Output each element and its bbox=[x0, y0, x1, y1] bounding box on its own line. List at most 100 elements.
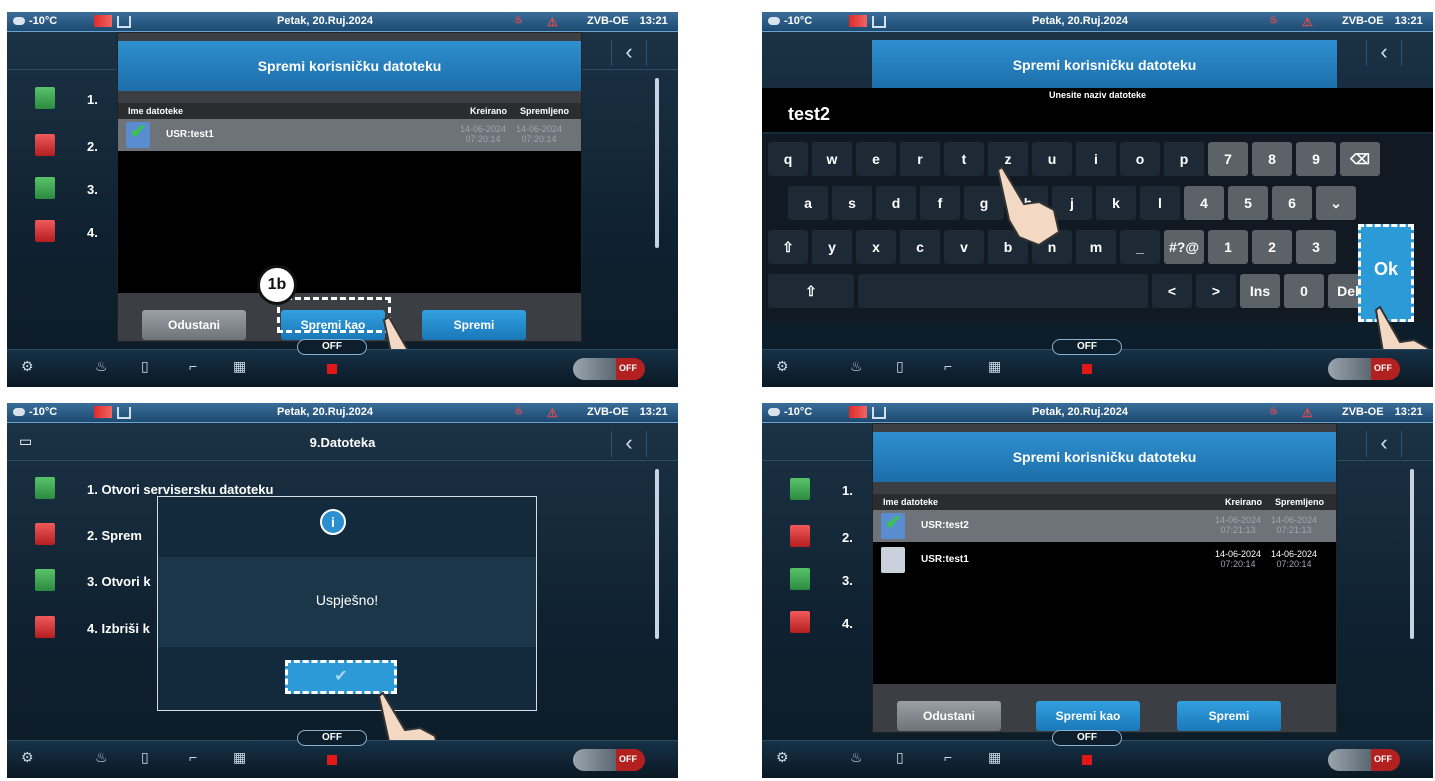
back-button[interactable]: ‹ bbox=[1366, 431, 1402, 457]
key[interactable]: > bbox=[1196, 274, 1236, 308]
key[interactable]: q bbox=[768, 142, 808, 176]
menu-item-label: 3. Otvori k bbox=[87, 574, 151, 589]
key[interactable]: 0 bbox=[1284, 274, 1324, 308]
key[interactable]: x bbox=[856, 230, 896, 264]
cancel-button[interactable]: Odustani bbox=[897, 701, 1001, 731]
file-row[interactable]: ✔ USR:test1 14-06-2024 07:20:14 14-06-202… bbox=[118, 119, 581, 151]
cancel-button[interactable]: Odustani bbox=[142, 310, 246, 340]
key[interactable]: i bbox=[1076, 142, 1116, 176]
screen-save-dialog: -10°C Petak, 20.Ruj.2024 ♨ ⚠ ZVB-OE 13:2… bbox=[7, 12, 678, 387]
key[interactable]: 2 bbox=[1252, 230, 1292, 264]
key[interactable]: w bbox=[812, 142, 852, 176]
filename-input[interactable]: test2 bbox=[788, 104, 830, 125]
key[interactable]: m bbox=[1076, 230, 1116, 264]
key[interactable]: < bbox=[1152, 274, 1192, 308]
back-button[interactable]: ‹ bbox=[611, 40, 647, 66]
key[interactable]: e bbox=[856, 142, 896, 176]
back-button[interactable]: ‹ bbox=[1366, 40, 1402, 66]
key[interactable]: #?@ bbox=[1164, 230, 1204, 264]
boiler-icon[interactable]: ▯ bbox=[896, 358, 904, 375]
input-area[interactable]: Unesite naziv datoteke test2 bbox=[762, 88, 1433, 132]
key[interactable]: f bbox=[920, 186, 960, 220]
pump-icon: ⚠ bbox=[1302, 406, 1313, 420]
scrollbar[interactable] bbox=[1410, 469, 1414, 639]
boiler-icon[interactable]: ▯ bbox=[141, 749, 149, 766]
radiator-icon[interactable]: ▦ bbox=[988, 358, 1001, 375]
file-list: Ime datoteke Kreirano Spremljeno ✔ USR:t… bbox=[118, 103, 581, 293]
key[interactable]: y bbox=[812, 230, 852, 264]
scrollbar[interactable] bbox=[655, 78, 659, 248]
key[interactable]: ⇧ bbox=[768, 274, 854, 308]
outdoor-temp: -10°C bbox=[29, 406, 58, 418]
pump-icon: ⚠ bbox=[1302, 15, 1313, 29]
mode-icon[interactable]: ⚙ bbox=[776, 358, 789, 375]
weather-icon bbox=[768, 408, 780, 416]
key[interactable]: k bbox=[1096, 186, 1136, 220]
file-open-icon bbox=[35, 177, 55, 199]
tap-icon[interactable]: ⌐ bbox=[944, 358, 952, 374]
file-open-icon bbox=[790, 568, 810, 590]
key[interactable]: 5 bbox=[1228, 186, 1268, 220]
mode-icon[interactable]: ⚙ bbox=[21, 358, 34, 375]
key[interactable] bbox=[858, 274, 1148, 308]
key[interactable]: v bbox=[944, 230, 984, 264]
menu-item-label: 3. bbox=[842, 573, 853, 588]
key[interactable]: 8 bbox=[1252, 142, 1292, 176]
checkmark-icon: ✔ bbox=[885, 512, 902, 534]
key[interactable]: r bbox=[900, 142, 940, 176]
key[interactable]: l bbox=[1140, 186, 1180, 220]
off-pill[interactable]: OFF bbox=[297, 730, 367, 746]
key[interactable]: 4 bbox=[1184, 186, 1224, 220]
radiator-icon[interactable]: ▦ bbox=[233, 749, 246, 766]
highlight-saveas bbox=[277, 297, 391, 333]
key[interactable]: c bbox=[900, 230, 940, 264]
key[interactable]: t bbox=[944, 142, 984, 176]
flame-icon[interactable]: ♨ bbox=[95, 358, 108, 375]
key[interactable]: ⌄ bbox=[1316, 186, 1356, 220]
key[interactable]: 6 bbox=[1272, 186, 1312, 220]
key[interactable]: _ bbox=[1120, 230, 1160, 264]
tap-icon[interactable]: ⌐ bbox=[944, 749, 952, 765]
tap-icon[interactable]: ⌐ bbox=[189, 749, 197, 765]
key[interactable]: ⌫ bbox=[1340, 142, 1380, 176]
tap-icon[interactable]: ⌐ bbox=[189, 358, 197, 374]
key[interactable]: ⇧ bbox=[768, 230, 808, 264]
status-bar: -10°C Petak, 20.Ruj.2024 ♨ ⚠ ZVB-OE 13:2… bbox=[7, 12, 678, 32]
power-toggle[interactable]: OFF bbox=[573, 358, 645, 380]
key[interactable]: 7 bbox=[1208, 142, 1248, 176]
boiler-icon[interactable]: ▯ bbox=[896, 749, 904, 766]
file-row[interactable]: ✔ USR:test2 14-06-2024 07:21:13 14-06-202… bbox=[873, 510, 1336, 542]
col-saved: Spremljeno bbox=[1275, 497, 1325, 507]
mode-icon[interactable]: ⚙ bbox=[776, 749, 789, 766]
off-pill[interactable]: OFF bbox=[297, 339, 367, 355]
flame-icon[interactable]: ♨ bbox=[850, 749, 863, 766]
key[interactable]: 9 bbox=[1296, 142, 1336, 176]
save-button[interactable]: Spremi bbox=[1177, 701, 1281, 731]
radiator-icon[interactable]: ▦ bbox=[233, 358, 246, 375]
power-toggle[interactable]: OFF bbox=[1328, 749, 1400, 771]
saved-date: 14-06-2024 07:21:13 bbox=[1271, 515, 1318, 535]
back-button[interactable]: ‹ bbox=[611, 431, 647, 457]
power-toggle[interactable]: OFF bbox=[1328, 358, 1400, 380]
key[interactable]: Ins bbox=[1240, 274, 1280, 308]
off-pill[interactable]: OFF bbox=[1052, 730, 1122, 746]
key[interactable]: a bbox=[788, 186, 828, 220]
key[interactable]: d bbox=[876, 186, 916, 220]
file-open-icon bbox=[35, 477, 55, 499]
key[interactable]: s bbox=[832, 186, 872, 220]
key[interactable]: 3 bbox=[1296, 230, 1336, 264]
power-toggle[interactable]: OFF bbox=[573, 749, 645, 771]
key[interactable]: p bbox=[1164, 142, 1204, 176]
flame-icon[interactable]: ♨ bbox=[95, 749, 108, 766]
file-row[interactable]: USR:test1 14-06-2024 07:20:14 14-06-2024 0… bbox=[873, 544, 1336, 576]
scrollbar[interactable] bbox=[655, 469, 659, 639]
boiler-icon[interactable]: ▯ bbox=[141, 358, 149, 375]
mode-icon[interactable]: ⚙ bbox=[21, 749, 34, 766]
key[interactable]: o bbox=[1120, 142, 1160, 176]
file-icon bbox=[881, 547, 905, 573]
key[interactable]: 1 bbox=[1208, 230, 1248, 264]
radiator-icon[interactable]: ▦ bbox=[988, 749, 1001, 766]
save-as-button[interactable]: Spremi kao bbox=[1036, 701, 1140, 731]
flame-icon[interactable]: ♨ bbox=[850, 358, 863, 375]
off-pill[interactable]: OFF bbox=[1052, 339, 1122, 355]
